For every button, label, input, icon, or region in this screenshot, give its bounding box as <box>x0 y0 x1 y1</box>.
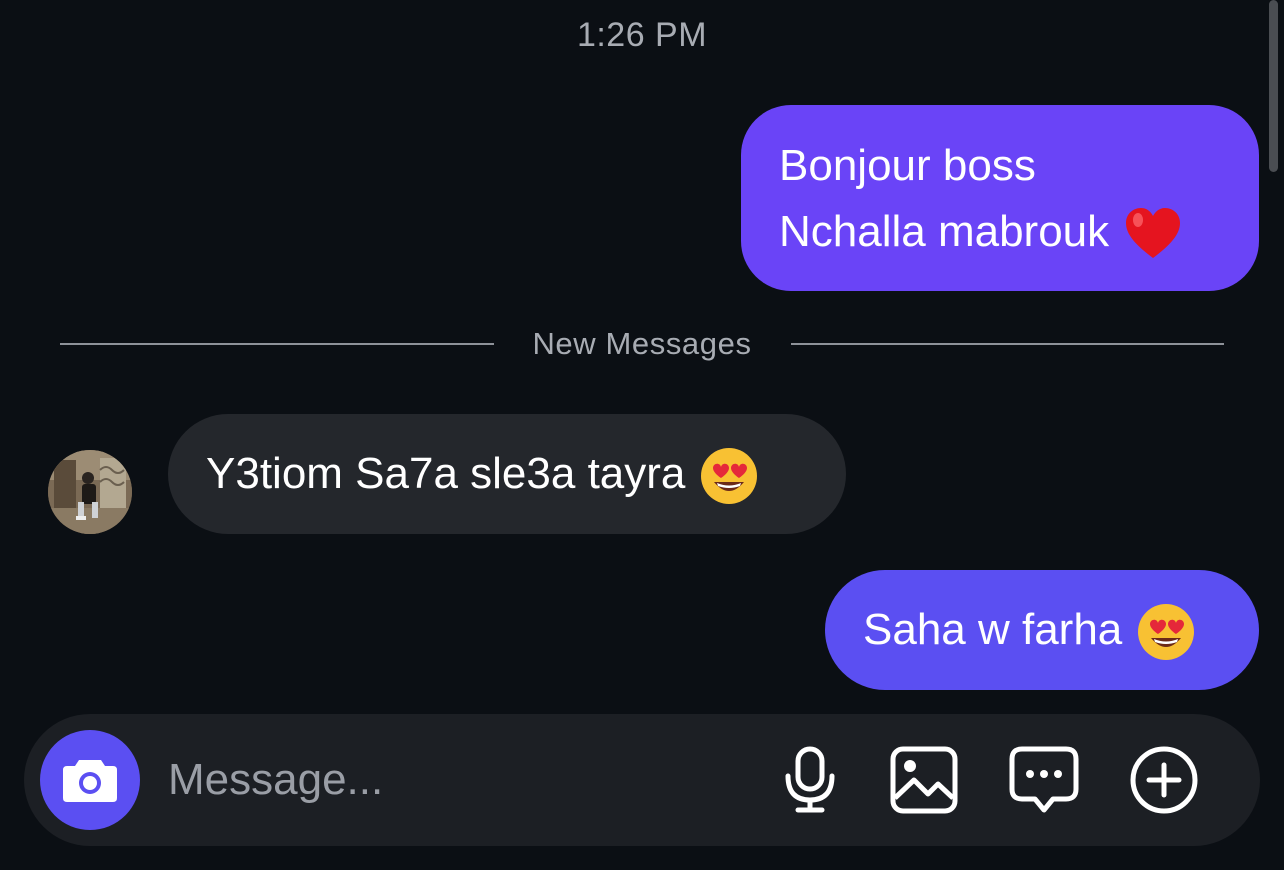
outgoing-message-bubble[interactable]: Saha w farha <box>825 570 1259 690</box>
microphone-icon <box>785 746 835 813</box>
avatar-photo <box>48 450 132 534</box>
outgoing-message-bubble[interactable]: Bonjour boss Nchalla mabrouk <box>741 105 1259 291</box>
message-text: Y3tiom Sa7a sle3a tayra <box>206 449 686 498</box>
message-input[interactable] <box>168 750 728 810</box>
incoming-message-bubble[interactable]: Y3tiom Sa7a sle3a tayra <box>168 414 846 534</box>
chat-bubble-icon <box>1009 746 1079 813</box>
chat-options-button[interactable] <box>1008 744 1080 816</box>
message-composer <box>24 714 1260 846</box>
image-icon <box>890 746 958 814</box>
message-text-line: Nchalla mabrouk <box>779 199 1229 265</box>
gallery-button[interactable] <box>888 744 960 816</box>
plus-circle-icon <box>1130 746 1198 814</box>
scrollbar[interactable] <box>1269 0 1278 172</box>
heart-eyes-emoji-icon <box>701 448 758 505</box>
message-timestamp: 1:26 PM <box>576 16 708 54</box>
sender-avatar[interactable] <box>48 450 132 534</box>
heart-eyes-emoji-icon <box>1138 604 1195 661</box>
voice-message-button[interactable] <box>774 744 846 816</box>
divider-rule-right <box>791 343 1224 345</box>
message-text: Saha w farha <box>863 605 1123 654</box>
message-text-line: Bonjour boss <box>779 141 1036 190</box>
camera-icon <box>63 760 117 802</box>
red-heart-emoji-icon <box>1126 208 1181 259</box>
camera-button[interactable] <box>40 730 140 830</box>
new-messages-divider: New Messages <box>60 324 1224 364</box>
more-options-button[interactable] <box>1128 744 1200 816</box>
